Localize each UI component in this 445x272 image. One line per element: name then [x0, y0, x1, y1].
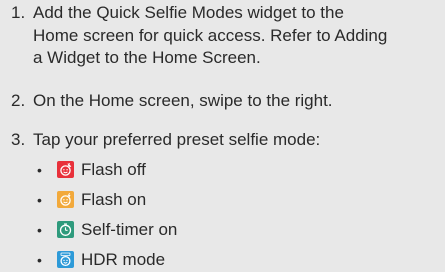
step-text: Tap your preferred preset selfie mode: — [33, 129, 438, 152]
bullet: • — [37, 252, 42, 268]
step-line: On the Home screen, swipe to the right. — [33, 91, 333, 110]
instructions-document: 1. Add the Quick Selfie Modes widget to … — [0, 0, 445, 272]
step-line: a Widget to the Home Screen. — [33, 48, 261, 67]
mode-label: Flash on — [81, 190, 147, 209]
bullet: • — [37, 162, 42, 178]
selfie-flash-on-icon — [57, 191, 74, 208]
mode-item-hdr: • HDR mode — [0, 248, 445, 272]
step-3: 3. Tap your preferred preset selfie mode… — [0, 129, 445, 153]
mode-item-flash-off: • Flash off — [0, 158, 445, 182]
step-number: 1. — [11, 3, 26, 22]
mode-item-self-timer: • Self-timer on — [0, 218, 445, 242]
step-line: Tap your preferred preset selfie mode: — [33, 130, 321, 149]
mode-label: Flash off — [81, 160, 146, 179]
step-number: 2. — [11, 91, 26, 110]
mode-item-flash-on: • Flash on — [0, 188, 445, 212]
step-line: Add the Quick Selfie Modes widget to the — [33, 3, 344, 22]
step-2: 2. On the Home screen, swipe to the righ… — [0, 90, 445, 114]
step-text: Add the Quick Selfie Modes widget to the… — [33, 2, 438, 70]
bullet: • — [37, 222, 42, 238]
step-number: 3. — [11, 130, 26, 149]
step-text: On the Home screen, swipe to the right. — [33, 90, 438, 113]
mode-label: HDR mode — [81, 250, 166, 269]
selfie-timer-icon — [57, 221, 74, 238]
mode-label: Self-timer on — [81, 220, 178, 239]
step-1: 1. Add the Quick Selfie Modes widget to … — [0, 2, 445, 72]
selfie-hdr-icon — [57, 251, 74, 268]
selfie-flash-off-icon — [57, 161, 74, 178]
bullet: • — [37, 192, 42, 208]
step-line: Home screen for quick access. Refer to A… — [33, 25, 388, 45]
